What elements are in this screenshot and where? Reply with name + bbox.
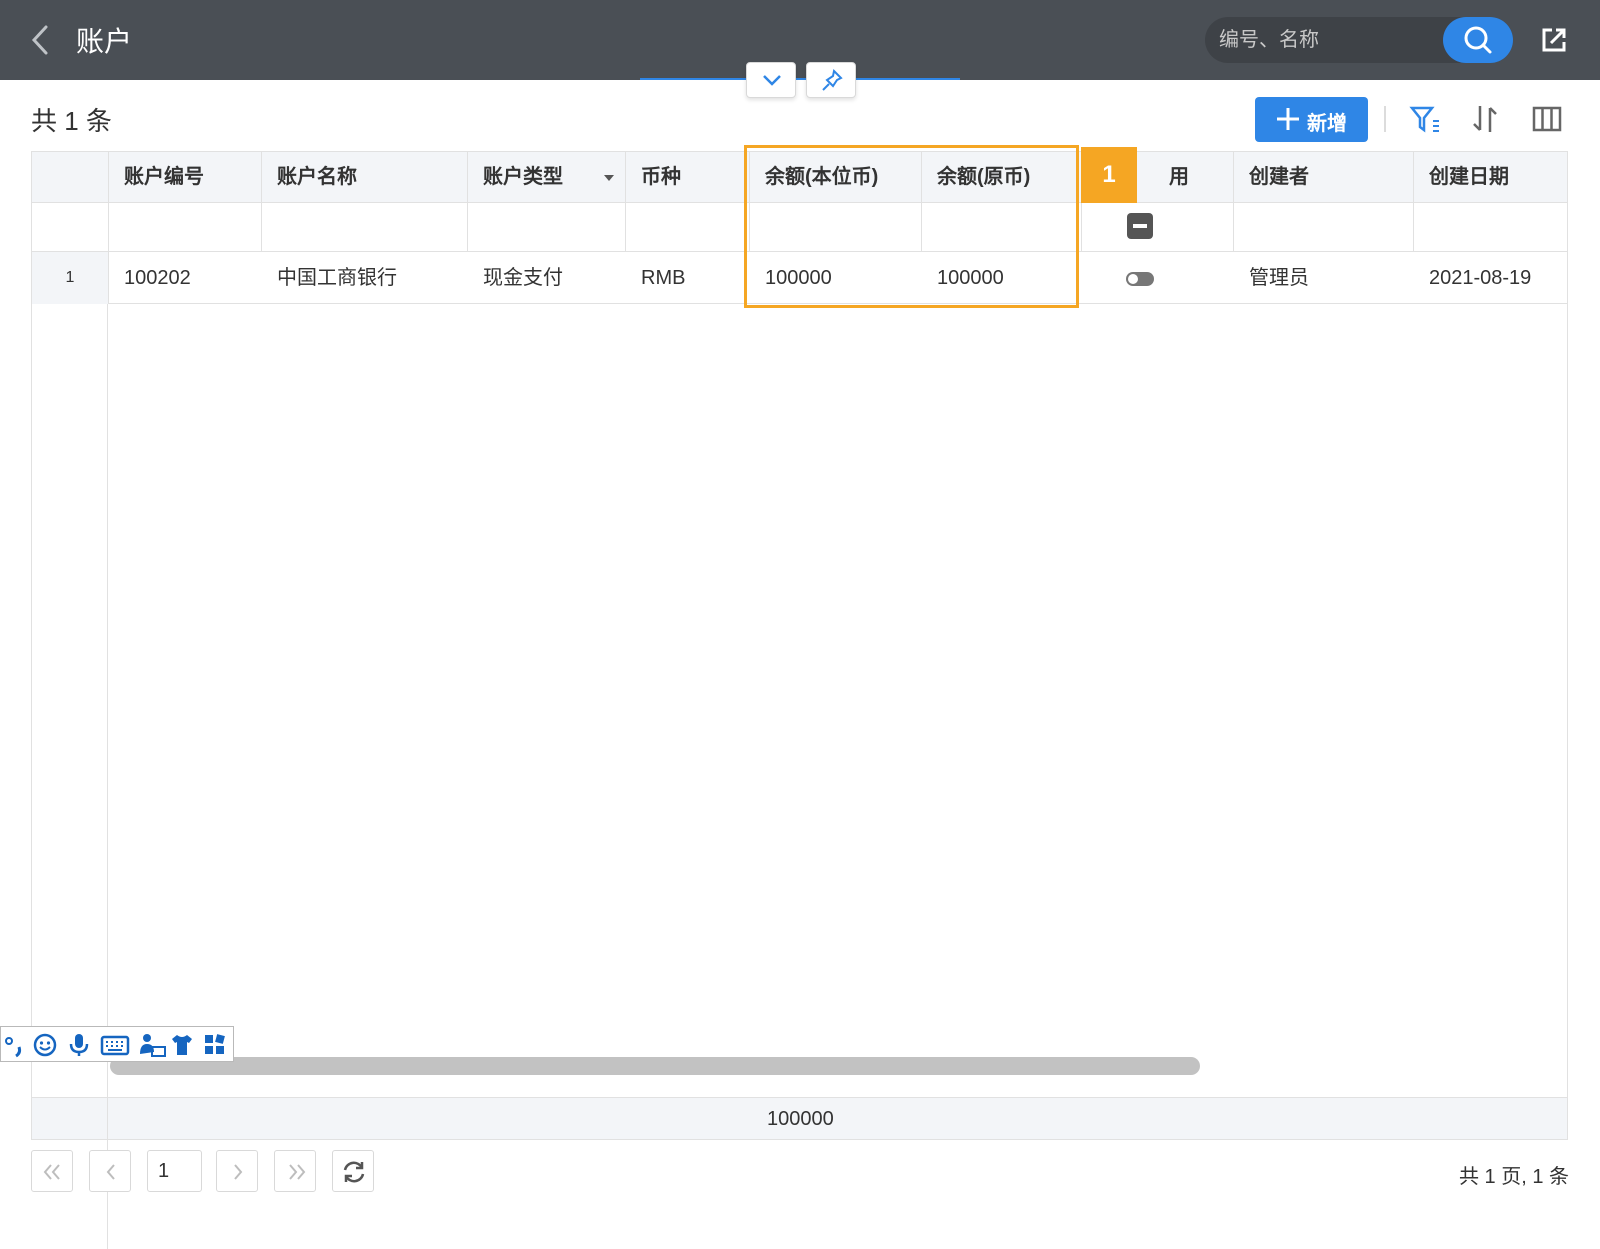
double-chevron-right-icon — [289, 1164, 306, 1180]
cell-currency[interactable]: RMB — [626, 252, 685, 304]
filter-row — [32, 203, 1567, 252]
first-page-button[interactable] — [31, 1150, 73, 1192]
keyboard-icon[interactable] — [100, 1032, 130, 1058]
search-input[interactable] — [1219, 25, 1439, 55]
header-creator[interactable]: 创建者 — [1234, 152, 1414, 203]
cell-created-date[interactable]: 2021-08-19 — [1414, 252, 1531, 304]
last-page-button[interactable] — [274, 1150, 316, 1192]
cell-creator[interactable]: 管理员 — [1234, 252, 1309, 304]
step-badge: 1 — [1081, 147, 1137, 203]
search-icon — [1464, 26, 1492, 54]
prev-page-button[interactable] — [89, 1150, 131, 1192]
add-button-label: 新增 — [1307, 113, 1347, 135]
add-button[interactable]: 新增 — [1255, 97, 1368, 142]
cell-account-code[interactable]: 100202 — [109, 252, 191, 304]
summary-rownum — [32, 1098, 108, 1140]
caret-down-icon — [604, 175, 614, 181]
page-title: 账户 — [76, 26, 133, 57]
collapse-toggle-button[interactable] — [746, 62, 796, 98]
header-created-date[interactable]: 创建日期 — [1414, 152, 1567, 203]
data-grid: 账户编号 账户名称 账户类型 币种 余额(本位币) 余额(原币) 用 创建者 创… — [31, 151, 1568, 1249]
panel-divider-line — [640, 78, 960, 80]
columns-icon[interactable] — [1530, 102, 1564, 136]
header-account-type-dropdown[interactable] — [590, 152, 626, 203]
punctuation-icon[interactable] — [3, 1032, 29, 1058]
cell-account-type[interactable]: 现金支付 — [468, 252, 563, 304]
chevron-left-icon — [106, 1164, 115, 1180]
filter-account-type[interactable] — [468, 203, 626, 252]
chevron-right-icon — [234, 1164, 243, 1180]
filter-rownum — [32, 203, 109, 252]
toolbox-grid-icon[interactable] — [202, 1032, 228, 1058]
header-balance-original[interactable]: 余额(原币) — [922, 152, 1082, 203]
back-arrow-icon[interactable] — [26, 22, 54, 58]
emoji-icon[interactable] — [32, 1032, 58, 1058]
cell-balance-original[interactable]: 100000 — [922, 252, 1004, 304]
pin-button[interactable] — [806, 62, 856, 98]
header-balance-base[interactable]: 余额(本位币) — [750, 152, 922, 203]
filter-creator[interactable] — [1234, 203, 1414, 252]
header-rownum — [32, 152, 109, 203]
disabled-toggle[interactable] — [1126, 272, 1154, 286]
record-count: 共 1 条 — [31, 106, 112, 136]
sort-icon[interactable] — [1468, 102, 1502, 136]
pin-icon — [822, 68, 843, 91]
filter-balance-base[interactable] — [750, 203, 922, 252]
header-currency[interactable]: 币种 — [626, 152, 750, 203]
cell-balance-base[interactable]: 100000 — [750, 252, 832, 304]
toolbar-divider — [1384, 106, 1386, 132]
filter-balance-original[interactable] — [922, 203, 1082, 252]
page-number-input[interactable] — [147, 1150, 202, 1192]
summary-row: 100000 — [32, 1097, 1567, 1140]
plus-icon — [1277, 108, 1299, 130]
double-chevron-left-icon — [43, 1164, 60, 1180]
filter-disabled[interactable] — [1082, 203, 1234, 252]
row-number: 1 — [32, 252, 109, 304]
next-page-button[interactable] — [216, 1150, 258, 1192]
page-summary: 共 1 页, 1 条 — [1458, 1166, 1569, 1188]
refresh-button[interactable] — [332, 1150, 374, 1192]
summary-balance-base: 100000 — [767, 1108, 834, 1130]
chevron-down-icon — [763, 75, 781, 86]
ime-toolbar — [0, 1026, 234, 1062]
header-account-type[interactable]: 账户类型 — [468, 152, 590, 203]
filter-currency[interactable] — [626, 203, 750, 252]
cell-account-name[interactable]: 中国工商银行 — [262, 252, 397, 304]
filter-account-name[interactable] — [262, 203, 468, 252]
filter-disabled-checkbox[interactable] — [1127, 213, 1153, 239]
filter-account-code[interactable] — [109, 203, 262, 252]
filter-created-date[interactable] — [1414, 203, 1567, 252]
grid-header: 账户编号 账户名称 账户类型 币种 余额(本位币) 余额(原币) 用 创建者 创… — [32, 152, 1567, 203]
table-row[interactable]: 1 100202 中国工商银行 现金支付 RMB 100000 100000 管… — [32, 252, 1567, 304]
top-bar: 账户 — [0, 0, 1600, 80]
handwriting-icon[interactable] — [137, 1032, 167, 1058]
microphone-icon[interactable] — [66, 1032, 92, 1058]
horizontal-scrollbar[interactable] — [110, 1057, 1200, 1075]
header-account-code[interactable]: 账户编号 — [109, 152, 262, 203]
filter-icon[interactable] — [1408, 102, 1442, 136]
export-icon[interactable] — [1536, 22, 1572, 58]
skin-icon[interactable] — [169, 1032, 195, 1058]
refresh-icon — [343, 1161, 365, 1183]
search-button[interactable] — [1443, 17, 1513, 63]
header-account-name[interactable]: 账户名称 — [262, 152, 468, 203]
